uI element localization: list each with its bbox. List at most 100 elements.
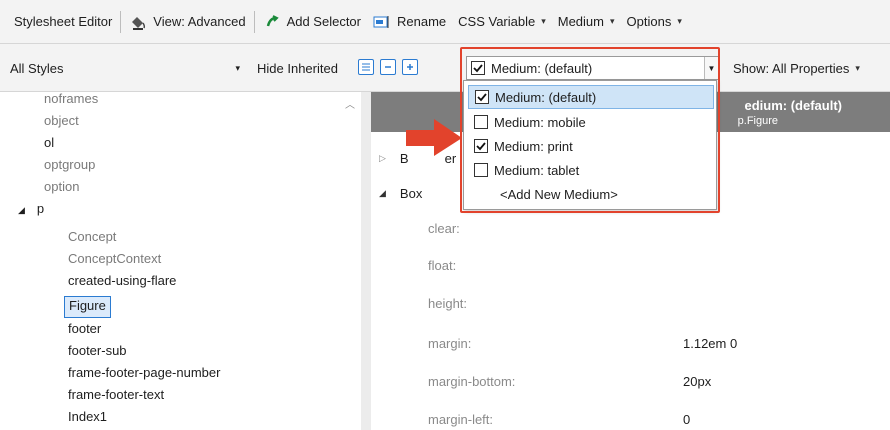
main-toolbar: Stylesheet Editor View: Advanced Add Sel… (0, 0, 890, 44)
property-value[interactable]: 1.12em 0 (683, 336, 737, 351)
tree-item[interactable]: frame-footer-text (68, 384, 164, 406)
dropdown-arrow-icon[interactable]: ▼ (704, 57, 718, 79)
property-name: margin-bottom: (428, 373, 516, 389)
tree-item-label: footer-sub (68, 343, 127, 358)
property-name: margin-left: (428, 411, 494, 427)
collapsed-triangle-icon[interactable]: ▷ (379, 153, 386, 164)
css-variable-menu[interactable]: CSS Variable ▾ (452, 7, 552, 37)
options-menu[interactable]: Options ▾ (621, 7, 688, 37)
property-row[interactable]: margin: 1.12em 0 (428, 333, 878, 353)
checkbox-checked-icon[interactable] (475, 90, 489, 104)
selector-tree: noframes object ol optgroup option ◢ p Co… (0, 91, 360, 430)
property-value[interactable]: 20px (683, 374, 711, 389)
medium-option-print[interactable]: Medium: print (468, 134, 714, 158)
medium-option-tablet[interactable]: Medium: tablet (468, 158, 714, 182)
add-selector-label: Add Selector (286, 14, 361, 29)
property-value[interactable]: 0 (683, 412, 690, 427)
tree-item-selected[interactable]: Figure (64, 296, 111, 318)
tree-item[interactable]: optgroup (44, 154, 95, 176)
expanded-triangle-icon[interactable]: ◢ (379, 188, 386, 199)
tree-item-label: option (44, 179, 80, 194)
tree-item[interactable]: Concept (68, 226, 116, 248)
medium-option-mobile[interactable]: Medium: mobile (468, 110, 714, 134)
rename-label: Rename (397, 14, 447, 29)
tree-item[interactable]: noframes (44, 88, 98, 110)
expand-all-icon[interactable] (402, 59, 418, 75)
header-medium-title: edium: (default) (744, 98, 843, 113)
list-view-icon[interactable] (358, 59, 374, 75)
view-label: View: Advanced (153, 14, 246, 29)
medium-option-default[interactable]: Medium: (default) (468, 85, 714, 109)
css-variable-label: CSS Variable (458, 14, 536, 29)
tree-item-label: Figure (69, 298, 106, 313)
group-label: Box (399, 185, 423, 201)
toolbar-separator (253, 10, 255, 33)
tree-item-label: frame-footer-page-number (68, 365, 221, 380)
panel-divider (361, 92, 371, 430)
medium-option-label: Medium: print (494, 138, 573, 154)
chevron-down-icon: ▾ (235, 62, 240, 73)
callout-arrow-icon (406, 119, 462, 156)
options-label: Options (626, 14, 672, 29)
stylesheet-editor-title: Stylesheet Editor (8, 7, 118, 37)
tree-item[interactable]: option (44, 176, 79, 198)
property-row[interactable]: float: (428, 255, 878, 275)
collapse-all-icon[interactable] (380, 59, 396, 75)
medium-option-label: Medium: (default) (495, 89, 597, 105)
chevron-down-icon: ▾ (677, 16, 682, 26)
medium-combobox[interactable]: Medium: (default) ▼ (466, 56, 719, 80)
expand-triangle-icon[interactable]: ◢ (18, 205, 25, 215)
show-properties-label: Show: All Properties (733, 60, 850, 76)
view-advanced-button[interactable]: View: Advanced (123, 7, 251, 37)
header-selector: p.Figure (737, 115, 778, 127)
property-row[interactable]: height: (428, 293, 878, 313)
add-new-medium-option[interactable]: <Add New Medium> (468, 182, 714, 206)
checkbox-checked-icon[interactable] (474, 139, 488, 153)
paint-bucket-icon (129, 13, 147, 31)
tree-item[interactable]: ol (44, 132, 54, 154)
tree-item[interactable]: created-using-flare (68, 270, 176, 292)
rename-button[interactable]: Rename (367, 7, 452, 37)
chevron-down-icon: ▾ (541, 16, 546, 26)
tree-item-label: object (44, 113, 79, 128)
rename-icon (373, 13, 391, 31)
medium-option-label: Medium: mobile (494, 114, 586, 130)
tree-item-label: p (36, 201, 45, 216)
tree-item[interactable]: ConceptContext (68, 248, 161, 270)
hide-inherited-label: Hide Inherited (257, 60, 338, 76)
toolbar-title-text: Stylesheet Editor (14, 14, 113, 29)
medium-dropdown-list: Medium: (default) Medium: mobile Medium:… (463, 80, 717, 210)
tree-item-label: footer (68, 321, 102, 336)
checkbox-unchecked-icon[interactable] (474, 115, 488, 129)
all-styles-dropdown[interactable]: All Styles ▾ (10, 57, 240, 79)
property-row[interactable]: margin-bottom: 20px (428, 371, 878, 391)
tree-item-label: ConceptContext (68, 251, 162, 266)
checkbox-unchecked-icon[interactable] (474, 163, 488, 177)
tree-item[interactable]: object (44, 110, 79, 132)
tree-item[interactable]: footer-sub (68, 340, 127, 362)
tree-item-expanded[interactable]: ◢ p (18, 198, 44, 220)
hide-inherited-button[interactable]: Hide Inherited (257, 57, 338, 79)
scroll-up-icon[interactable]: ︿ (345, 96, 355, 111)
property-name: margin: (428, 335, 472, 351)
tree-item-label: frame-footer-text (68, 387, 165, 402)
tree-item-label: optgroup (44, 157, 96, 172)
medium-menu[interactable]: Medium ▾ (552, 7, 621, 37)
tree-item-label: noframes (44, 91, 99, 106)
property-row[interactable]: clear: (428, 218, 878, 238)
show-properties-dropdown[interactable]: Show: All Properties ▾ (733, 57, 860, 79)
checkbox-checked-icon[interactable] (471, 61, 485, 75)
tree-item[interactable]: Index1 (68, 406, 107, 428)
chevron-down-icon: ▾ (610, 16, 615, 26)
add-selector-icon (263, 13, 281, 31)
tree-item[interactable]: frame-footer-page-number (68, 362, 220, 384)
tree-scrollbar[interactable]: ︿ (340, 92, 360, 430)
add-new-medium-label: <Add New Medium> (500, 186, 618, 202)
group-box[interactable]: ◢ Box (379, 183, 422, 203)
property-name: float: (428, 257, 457, 273)
medium-option-label: Medium: tablet (494, 162, 580, 178)
chevron-down-icon: ▾ (855, 62, 860, 73)
add-selector-button[interactable]: Add Selector (257, 7, 367, 37)
property-row[interactable]: margin-left: 0 (428, 409, 878, 429)
tree-item[interactable]: footer (68, 318, 101, 340)
